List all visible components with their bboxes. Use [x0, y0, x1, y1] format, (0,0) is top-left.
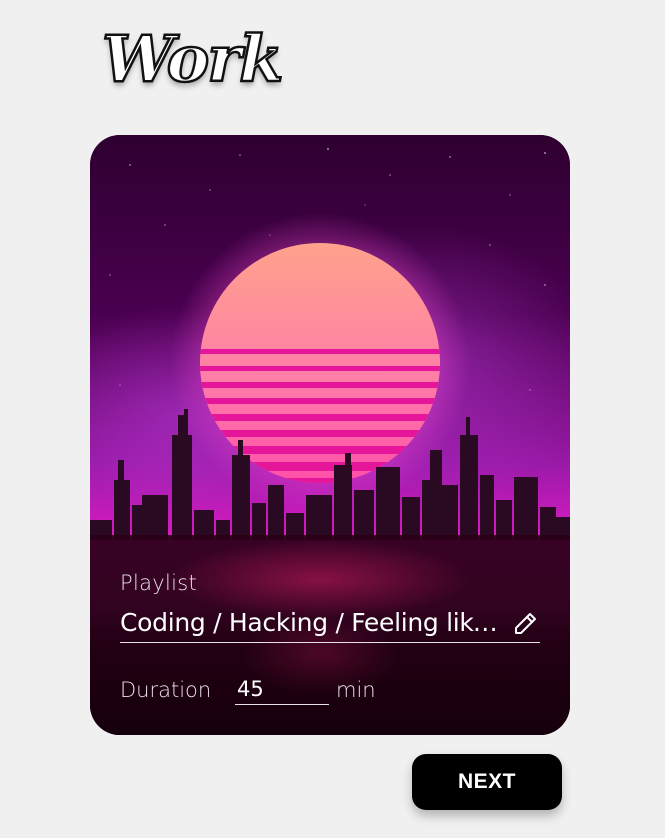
playlist-card: Playlist Coding / Hacking / Feeling like… [90, 135, 570, 735]
pencil-edit-icon[interactable] [510, 607, 540, 637]
page-title: Work [101, 22, 285, 97]
duration-input[interactable] [235, 673, 329, 705]
playlist-label: Playlist [120, 571, 198, 595]
duration-unit: min [336, 678, 376, 702]
playlist-field[interactable]: Coding / Hacking / Feeling like a hacker [120, 605, 540, 643]
playlist-form: Playlist Coding / Hacking / Feeling like… [90, 135, 570, 735]
duration-label: Duration [120, 678, 212, 702]
page: Work Playlist Coding / Hacking / Feeling… [0, 0, 665, 838]
next-button[interactable]: NEXT [412, 754, 562, 810]
playlist-value[interactable]: Coding / Hacking / Feeling like a hacker [120, 608, 502, 637]
